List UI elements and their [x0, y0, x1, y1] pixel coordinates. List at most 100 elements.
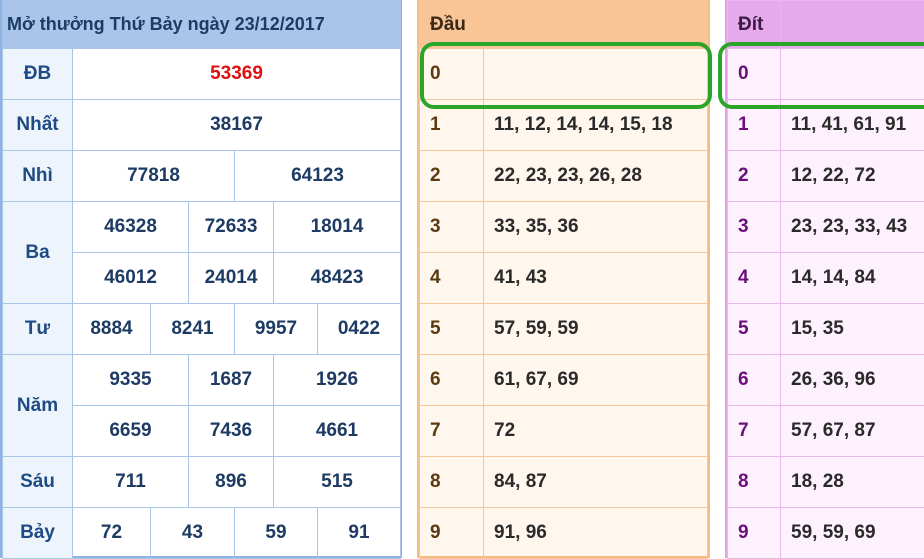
- prize-row-nam: Năm 9335 1687 1926: [3, 355, 401, 406]
- dit-digit: 5: [728, 304, 781, 355]
- prize-value: 1926: [274, 355, 401, 406]
- dit-row-7: 757, 67, 87: [728, 406, 924, 457]
- dau-row-2: 222, 23, 23, 26, 28: [420, 151, 708, 202]
- prize-value: 896: [189, 457, 274, 508]
- prize-value: 46328: [73, 202, 189, 253]
- dit-row-5: 515, 35: [728, 304, 924, 355]
- prize-label-sau: Sáu: [3, 457, 73, 508]
- dau-row-3: 333, 35, 36: [420, 202, 708, 253]
- prize-value: 711: [73, 457, 189, 508]
- dit-digit: 0: [728, 49, 781, 100]
- dau-digit: 9: [420, 508, 484, 559]
- dit-digit: 2: [728, 151, 781, 202]
- dau-digit: 8: [420, 457, 484, 508]
- dit-table: Đít 0111, 41, 61, 91212, 22, 72323, 23, …: [727, 0, 924, 559]
- dit-digit: 4: [728, 253, 781, 304]
- dit-title: Đít: [728, 1, 781, 49]
- dau-numbers: 72: [484, 406, 708, 457]
- dit-numbers: 11, 41, 61, 91: [781, 100, 924, 151]
- prize-value: 9957: [235, 304, 318, 355]
- dit-header-blank: [781, 1, 924, 49]
- dau-header-blank: [484, 1, 708, 49]
- prize-value: 7436: [189, 406, 274, 457]
- results-title: Mở thưởng Thứ Bảy ngày 23/12/2017: [3, 1, 401, 49]
- dau-numbers: 84, 87: [484, 457, 708, 508]
- dau-row-7: 772: [420, 406, 708, 457]
- prize-value: 4661: [274, 406, 401, 457]
- dit-digit: 6: [728, 355, 781, 406]
- dau-numbers: [484, 49, 708, 100]
- dit-digit: 1: [728, 100, 781, 151]
- prize-label-bay: Bảy: [3, 508, 73, 559]
- dit-digit: 7: [728, 406, 781, 457]
- dau-table: Đầu 0111, 12, 14, 14, 15, 18222, 23, 23,…: [419, 0, 708, 559]
- prize-value: 64123: [235, 151, 401, 202]
- dit-row-2: 212, 22, 72: [728, 151, 924, 202]
- dit-row-1: 111, 41, 61, 91: [728, 100, 924, 151]
- prize-label-nam: Năm: [3, 355, 73, 457]
- results-table: Mở thưởng Thứ Bảy ngày 23/12/2017 ĐB 533…: [2, 0, 401, 559]
- dit-digit: 8: [728, 457, 781, 508]
- dit-numbers: [781, 49, 924, 100]
- dau-numbers: 41, 43: [484, 253, 708, 304]
- prize-label-nhi: Nhì: [3, 151, 73, 202]
- prize-row-bay: Bảy 72 43 59 91: [3, 508, 401, 559]
- prize-value: 72633: [189, 202, 274, 253]
- prize-label-tu: Tư: [3, 304, 73, 355]
- dau-row-4: 441, 43: [420, 253, 708, 304]
- prize-row-ba: Ba 46328 72633 18014: [3, 202, 401, 253]
- prize-value: 46012: [73, 253, 189, 304]
- results-panel: Mở thưởng Thứ Bảy ngày 23/12/2017 ĐB 533…: [0, 0, 402, 558]
- prize-value: 1687: [189, 355, 274, 406]
- dau-numbers: 57, 59, 59: [484, 304, 708, 355]
- dit-numbers: 26, 36, 96: [781, 355, 924, 406]
- dit-numbers: 57, 67, 87: [781, 406, 924, 457]
- prize-value: 9335: [73, 355, 189, 406]
- dau-numbers: 61, 67, 69: [484, 355, 708, 406]
- prize-value: 8241: [151, 304, 235, 355]
- dau-row-9: 991, 96: [420, 508, 708, 559]
- dit-row-3: 323, 23, 33, 43: [728, 202, 924, 253]
- prize-value: 6659: [73, 406, 189, 457]
- dit-row-4: 414, 14, 84: [728, 253, 924, 304]
- dau-panel: Đầu 0111, 12, 14, 14, 15, 18222, 23, 23,…: [417, 0, 710, 558]
- dau-row-5: 557, 59, 59: [420, 304, 708, 355]
- dau-digit: 4: [420, 253, 484, 304]
- prize-value: 0422: [318, 304, 401, 355]
- dit-row-6: 626, 36, 96: [728, 355, 924, 406]
- prize-value-nhat: 38167: [73, 100, 401, 151]
- dau-row-6: 661, 67, 69: [420, 355, 708, 406]
- dau-digit: 0: [420, 49, 484, 100]
- prize-label-ba: Ba: [3, 202, 73, 304]
- prize-value: 43: [151, 508, 235, 559]
- prize-row-db: ĐB 53369: [3, 49, 401, 100]
- dau-digit: 3: [420, 202, 484, 253]
- prize-row-nhat: Nhất 38167: [3, 100, 401, 151]
- dau-numbers: 91, 96: [484, 508, 708, 559]
- prize-row-sau: Sáu 711 896 515: [3, 457, 401, 508]
- dau-digit: 5: [420, 304, 484, 355]
- prize-row-tu: Tư 8884 8241 9957 0422: [3, 304, 401, 355]
- prize-value: 48423: [274, 253, 401, 304]
- dit-numbers: 15, 35: [781, 304, 924, 355]
- prize-value: 515: [274, 457, 401, 508]
- dau-digit: 1: [420, 100, 484, 151]
- prize-label-nhat: Nhất: [3, 100, 73, 151]
- prize-value: 18014: [274, 202, 401, 253]
- prize-value: 91: [318, 508, 401, 559]
- dit-digit: 9: [728, 508, 781, 559]
- dau-title: Đầu: [420, 1, 484, 49]
- dau-numbers: 11, 12, 14, 14, 15, 18: [484, 100, 708, 151]
- dau-digit: 7: [420, 406, 484, 457]
- dau-digit: 6: [420, 355, 484, 406]
- dau-row-0: 0: [420, 49, 708, 100]
- dit-row-9: 959, 59, 69: [728, 508, 924, 559]
- dit-numbers: 23, 23, 33, 43: [781, 202, 924, 253]
- dit-numbers: 18, 28: [781, 457, 924, 508]
- dit-numbers: 14, 14, 84: [781, 253, 924, 304]
- dit-numbers: 12, 22, 72: [781, 151, 924, 202]
- prize-label-db: ĐB: [3, 49, 73, 100]
- dau-row-1: 111, 12, 14, 14, 15, 18: [420, 100, 708, 151]
- dit-row-8: 818, 28: [728, 457, 924, 508]
- prize-row-nhi: Nhì 77818 64123: [3, 151, 401, 202]
